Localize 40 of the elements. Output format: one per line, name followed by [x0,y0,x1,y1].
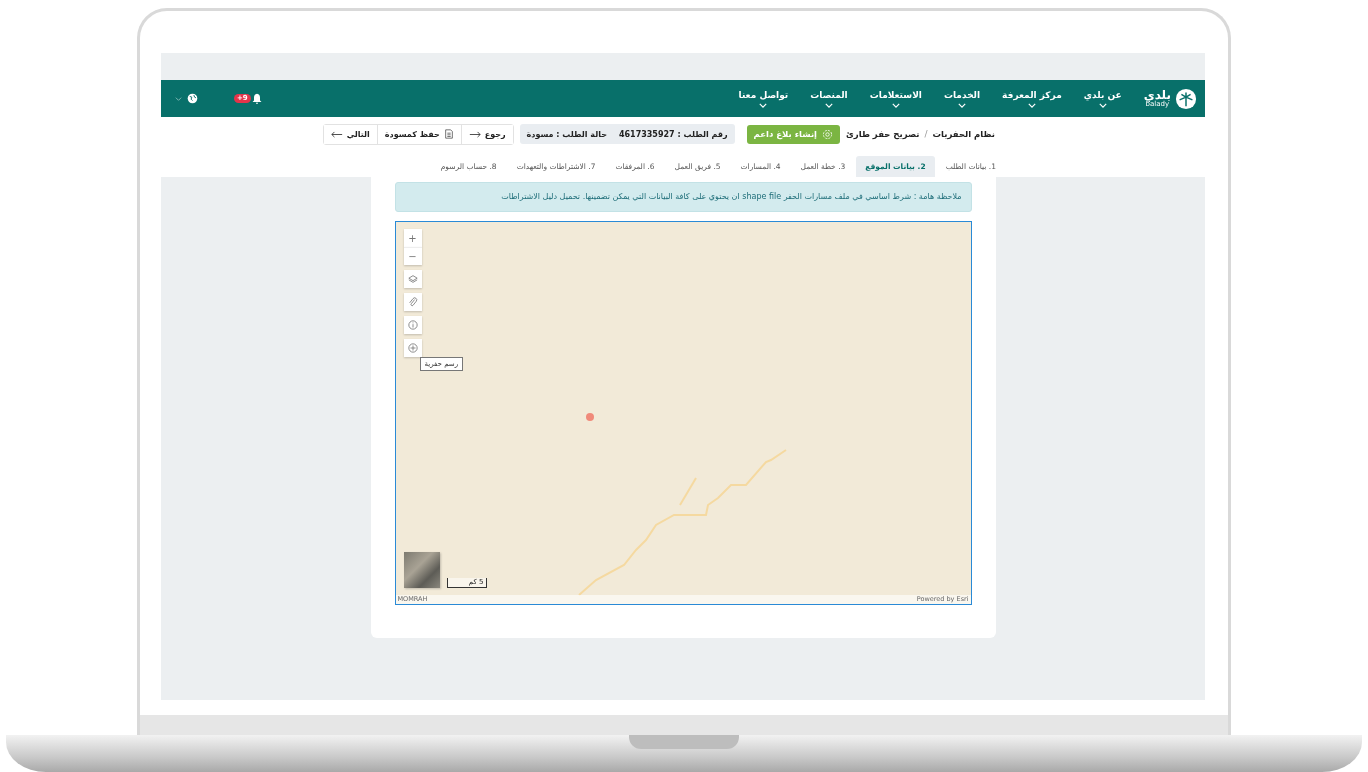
attach-control[interactable] [403,293,422,312]
request-status: حالة الطلب : مسودة [526,129,607,139]
zoom-out-control[interactable]: − [403,247,422,266]
nav-menu-item[interactable]: الخدمات [943,89,981,108]
request-number: رقم الطلب : 4617335927 [618,129,728,139]
basemap-thumbnail[interactable] [403,552,440,589]
chevron-down-icon [891,102,900,108]
nav-menu-item[interactable]: المنصات [810,89,848,108]
logo-text: بلدي [1143,89,1171,101]
globe-icon[interactable] [187,93,198,104]
bell-icon[interactable] [250,92,263,105]
chevron-down-icon[interactable] [175,96,182,101]
chevron-down-icon [958,102,966,108]
nav-menu-item[interactable]: الاستعلامات [869,89,922,108]
breadcrumb-separator: / [924,129,928,139]
info-icon [407,320,418,331]
plus-circle-icon [407,343,418,354]
gear-icon [822,128,833,140]
palm-logo-icon [1175,87,1197,110]
chevron-down-icon [1098,102,1107,108]
paperclip-icon [407,297,418,308]
chevron-down-icon [824,102,833,108]
arrow-icon [330,130,343,138]
info-control[interactable] [403,316,422,335]
next-button[interactable]: التالي [323,124,378,144]
zoom-in-control[interactable]: + [403,229,422,248]
chevron-down-icon [1027,102,1036,108]
document-icon [443,129,454,139]
draw-control[interactable] [403,339,422,358]
nav-menu-item[interactable]: تواصل معنا [738,89,789,108]
nav-menu-item[interactable]: مركز المعرفة [1002,89,1062,108]
arrow-icon [468,130,481,138]
breadcrumb-link[interactable]: نظام الحفريات [932,129,995,139]
breadcrumb-link[interactable]: تصريح حفر طارئ [846,129,920,139]
layers-icon [407,274,418,285]
layers-control[interactable] [403,270,422,289]
chevron-down-icon [759,102,768,108]
location-marker[interactable] [585,413,594,422]
important-note: ملاحظة هامة : شرط اساسي في ملف مسارات الحفر shape file ان يحتوي على كافة البيانات التي يمكن تضمينها. تحميل دليل الاشتراطات [394,182,972,213]
nav-menu-item[interactable]: عن بلدي [1083,89,1122,108]
